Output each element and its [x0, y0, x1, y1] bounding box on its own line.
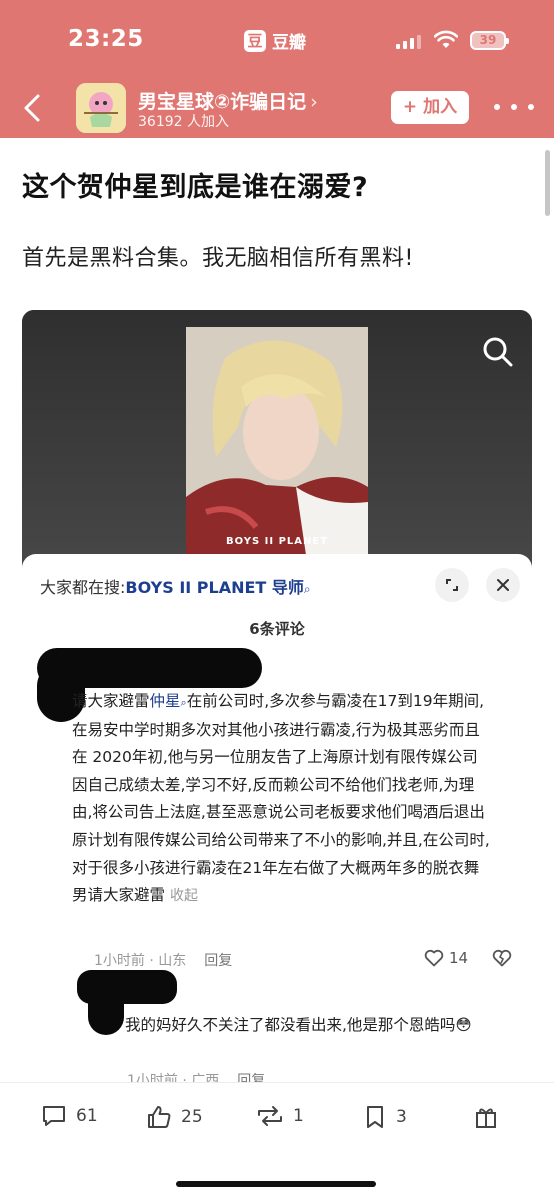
join-group-button[interactable]: + 加入 — [391, 91, 469, 124]
back-arrow-icon[interactable] — [18, 90, 48, 126]
reply-body: 我的妈好久不关注了都没看出来,他是那个恩皓吗😳 — [125, 1016, 472, 1034]
home-indicator[interactable] — [176, 1181, 376, 1187]
app-indicator[interactable]: 豆 豆瓣 — [244, 28, 306, 53]
bookmark-icon — [367, 1106, 383, 1128]
comment-icon — [43, 1106, 65, 1126]
comment-meta: 1小时前 · 山东 回复 — [94, 950, 232, 970]
repost-total: 1 — [293, 1106, 304, 1126]
repost-icon — [258, 1106, 282, 1126]
trending-search-keyword[interactable]: BOYS II PLANET 导师 — [125, 578, 304, 597]
post-title: 这个贺仲星到底是谁在溺爱? — [22, 172, 369, 203]
trending-search[interactable]: 大家都在搜:BOYS II PLANET 导师⌕ — [40, 574, 311, 598]
collapse-link[interactable]: 收起 — [170, 888, 198, 904]
repost-action[interactable]: 1 — [255, 1103, 304, 1129]
group-name-text: 男宝星球②诈骗日记 — [138, 91, 307, 113]
image-search-icon[interactable] — [478, 332, 518, 372]
heart-icon — [424, 949, 444, 967]
like-total: 25 — [181, 1107, 203, 1127]
post-photo[interactable]: BOYS II PLANET — [186, 327, 368, 555]
gift-action[interactable] — [472, 1103, 500, 1131]
comment-text: 请大家避雷 — [72, 692, 150, 710]
comment-body: 请大家避雷仲星⌕在前公司时,多次参与霸凌在17到19年期间,在易安中学时期多次对… — [72, 688, 492, 911]
like-count: 14 — [449, 949, 469, 967]
comment-action[interactable]: 61 — [40, 1103, 98, 1129]
close-icon[interactable] — [486, 568, 520, 602]
app-name: 豆瓣 — [272, 33, 306, 53]
broken-heart-icon[interactable] — [491, 949, 513, 967]
reply-button[interactable]: 回复 — [204, 953, 232, 969]
post-intro: 首先是黑料合集。我无脑相信所有黑料! — [22, 246, 414, 271]
douban-logo-icon: 豆 — [244, 29, 266, 52]
collect-action[interactable]: 3 — [362, 1103, 407, 1131]
collect-total: 3 — [396, 1107, 407, 1127]
like-action[interactable]: 25 — [145, 1103, 203, 1131]
comment-text: 在前公司时,多次参与霸凌在17到19年期间,在易安中学时期多次对其他小孩进行霸凌… — [72, 692, 490, 905]
group-header: 男宝星球②诈骗日记 › 36192 人加入 + 加入 — [0, 80, 554, 138]
image-watermark: BOYS II PLANET — [225, 536, 329, 547]
chevron-right-icon: › — [310, 91, 318, 113]
portrait-image — [186, 327, 368, 555]
comment-time-location: 1小时前 · 山东 — [94, 953, 187, 969]
mention-link[interactable]: 仲星 — [150, 692, 181, 710]
status-time: 23:25 — [68, 26, 144, 52]
comment-total: 61 — [76, 1106, 98, 1126]
redacted-avatar — [88, 995, 124, 1035]
cellular-signal-icon — [396, 33, 421, 49]
expand-icon[interactable] — [435, 568, 469, 602]
group-name[interactable]: 男宝星球②诈骗日记 › — [138, 87, 318, 114]
top-bar: 23:25 豆 豆瓣 39 男宝星球②诈骗日记 › 36192 人加入 + 加入 — [0, 0, 554, 138]
status-bar: 23:25 豆 豆瓣 39 — [0, 0, 554, 80]
battery-icon: 39 — [470, 31, 509, 50]
like-button[interactable]: 14 — [424, 949, 468, 967]
member-count: 36192 人加入 — [138, 114, 229, 130]
group-avatar[interactable] — [76, 83, 126, 133]
trending-search-prefix: 大家都在搜: — [40, 578, 126, 597]
wifi-icon — [434, 30, 458, 48]
comment-count: 6条评论 — [249, 620, 305, 638]
scroll-indicator[interactable] — [545, 150, 550, 216]
thumbs-up-icon — [148, 1106, 171, 1128]
gift-icon — [476, 1108, 496, 1128]
search-icon: ⌕ — [303, 582, 311, 596]
group-avatar-icon — [76, 83, 126, 133]
more-options-icon[interactable] — [494, 95, 534, 119]
